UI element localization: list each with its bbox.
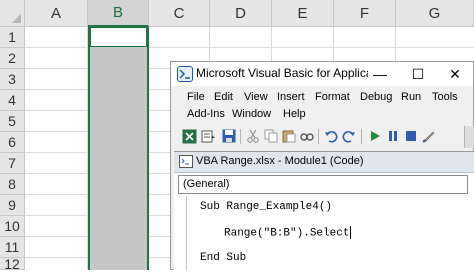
toolbar-separator [318,129,319,144]
column-header-e[interactable]: E [272,0,334,27]
standard-toolbar [177,126,474,148]
code-window-title: VBA Range.xlsx - Module1 (Code) [196,155,364,167]
row-header-2[interactable]: 2 [0,48,25,69]
code-window-titlebar[interactable]: VBA Range.xlsx - Module1 (Code) [174,152,474,173]
toolbar-separator [361,129,362,144]
toolbar-separator [240,129,241,144]
copy-icon[interactable] [263,128,279,144]
row-header-5[interactable]: 5 [0,111,25,132]
column-header-c[interactable]: C [149,0,210,27]
menu-bar: File Edit View Insert Format Debug Run T… [171,88,473,124]
title-bar[interactable]: Microsoft Visual Basic for Applicatio...… [171,62,473,86]
menu-edit[interactable]: Edit [214,91,233,103]
menu-format[interactable]: Format [315,91,350,103]
menu-help[interactable]: Help [283,108,306,120]
menu-window[interactable]: Window [232,108,271,120]
menu-debug[interactable]: Debug [360,91,392,103]
menu-add-ins[interactable]: Add-Ins [187,108,225,120]
selected-column-b[interactable] [88,27,149,270]
design-mode-icon[interactable] [421,128,437,144]
code-line[interactable]: Sub Range_Example4() [200,201,332,213]
toolbar-overflow-chevron[interactable] [464,126,474,148]
code-editor[interactable]: Sub Range_Example4() Range("B:B").Select… [178,196,470,271]
vba-editor-window[interactable]: Microsoft Visual Basic for Applicatio...… [170,61,474,271]
active-cell-b1[interactable] [90,27,147,47]
text-cursor [350,226,352,239]
menu-file[interactable]: File [187,91,205,103]
column-header-d[interactable]: D [210,0,272,27]
column-header-g[interactable]: G [396,0,474,27]
code-line[interactable]: Range("B:B").Select [224,226,352,240]
undo-icon[interactable] [323,128,339,144]
menu-tools[interactable]: Tools [432,91,458,103]
code-line-text: Range("B:B").Select [224,227,350,240]
restore-button[interactable]: ☐ [399,62,437,86]
view-excel-icon[interactable] [181,128,197,144]
find-icon[interactable] [299,128,315,144]
menu-run[interactable]: Run [401,91,421,103]
insert-module-icon[interactable] [200,128,216,144]
window-title: Microsoft Visual Basic for Applicatio... [196,66,368,80]
cut-icon[interactable] [245,128,261,144]
menu-view[interactable]: View [244,91,268,103]
margin-indicator-bar [186,196,187,271]
select-all-corner[interactable] [0,0,25,27]
paste-icon[interactable] [281,128,297,144]
minimize-button[interactable]: — [361,62,399,86]
stop-icon[interactable] [403,128,419,144]
row-header-1[interactable]: 1 [0,27,25,48]
row-header-7[interactable]: 7 [0,153,25,174]
save-icon[interactable] [221,128,237,144]
row-header-12[interactable]: 12 [0,256,25,272]
row-header-6[interactable]: 6 [0,132,25,153]
column-header-b[interactable]: B [88,0,149,27]
menu-insert[interactable]: Insert [277,91,305,103]
vba-app-icon [177,66,193,82]
column-header-f[interactable]: F [334,0,396,27]
code-line[interactable]: End Sub [200,252,246,264]
row-header-9[interactable]: 9 [0,195,25,216]
column-header-a[interactable]: A [25,0,88,27]
pause-icon[interactable] [385,128,401,144]
run-icon[interactable] [367,128,383,144]
redo-icon[interactable] [341,128,357,144]
row-header-10[interactable]: 10 [0,216,25,237]
close-button[interactable]: ✕ [436,62,474,86]
row-header-4[interactable]: 4 [0,90,25,111]
row-header-8[interactable]: 8 [0,174,25,195]
code-window[interactable]: VBA Range.xlsx - Module1 (Code) (General… [174,151,474,271]
object-dropdown[interactable]: (General) [178,175,468,194]
row-header-3[interactable]: 3 [0,69,25,90]
module-code-icon [179,155,193,168]
